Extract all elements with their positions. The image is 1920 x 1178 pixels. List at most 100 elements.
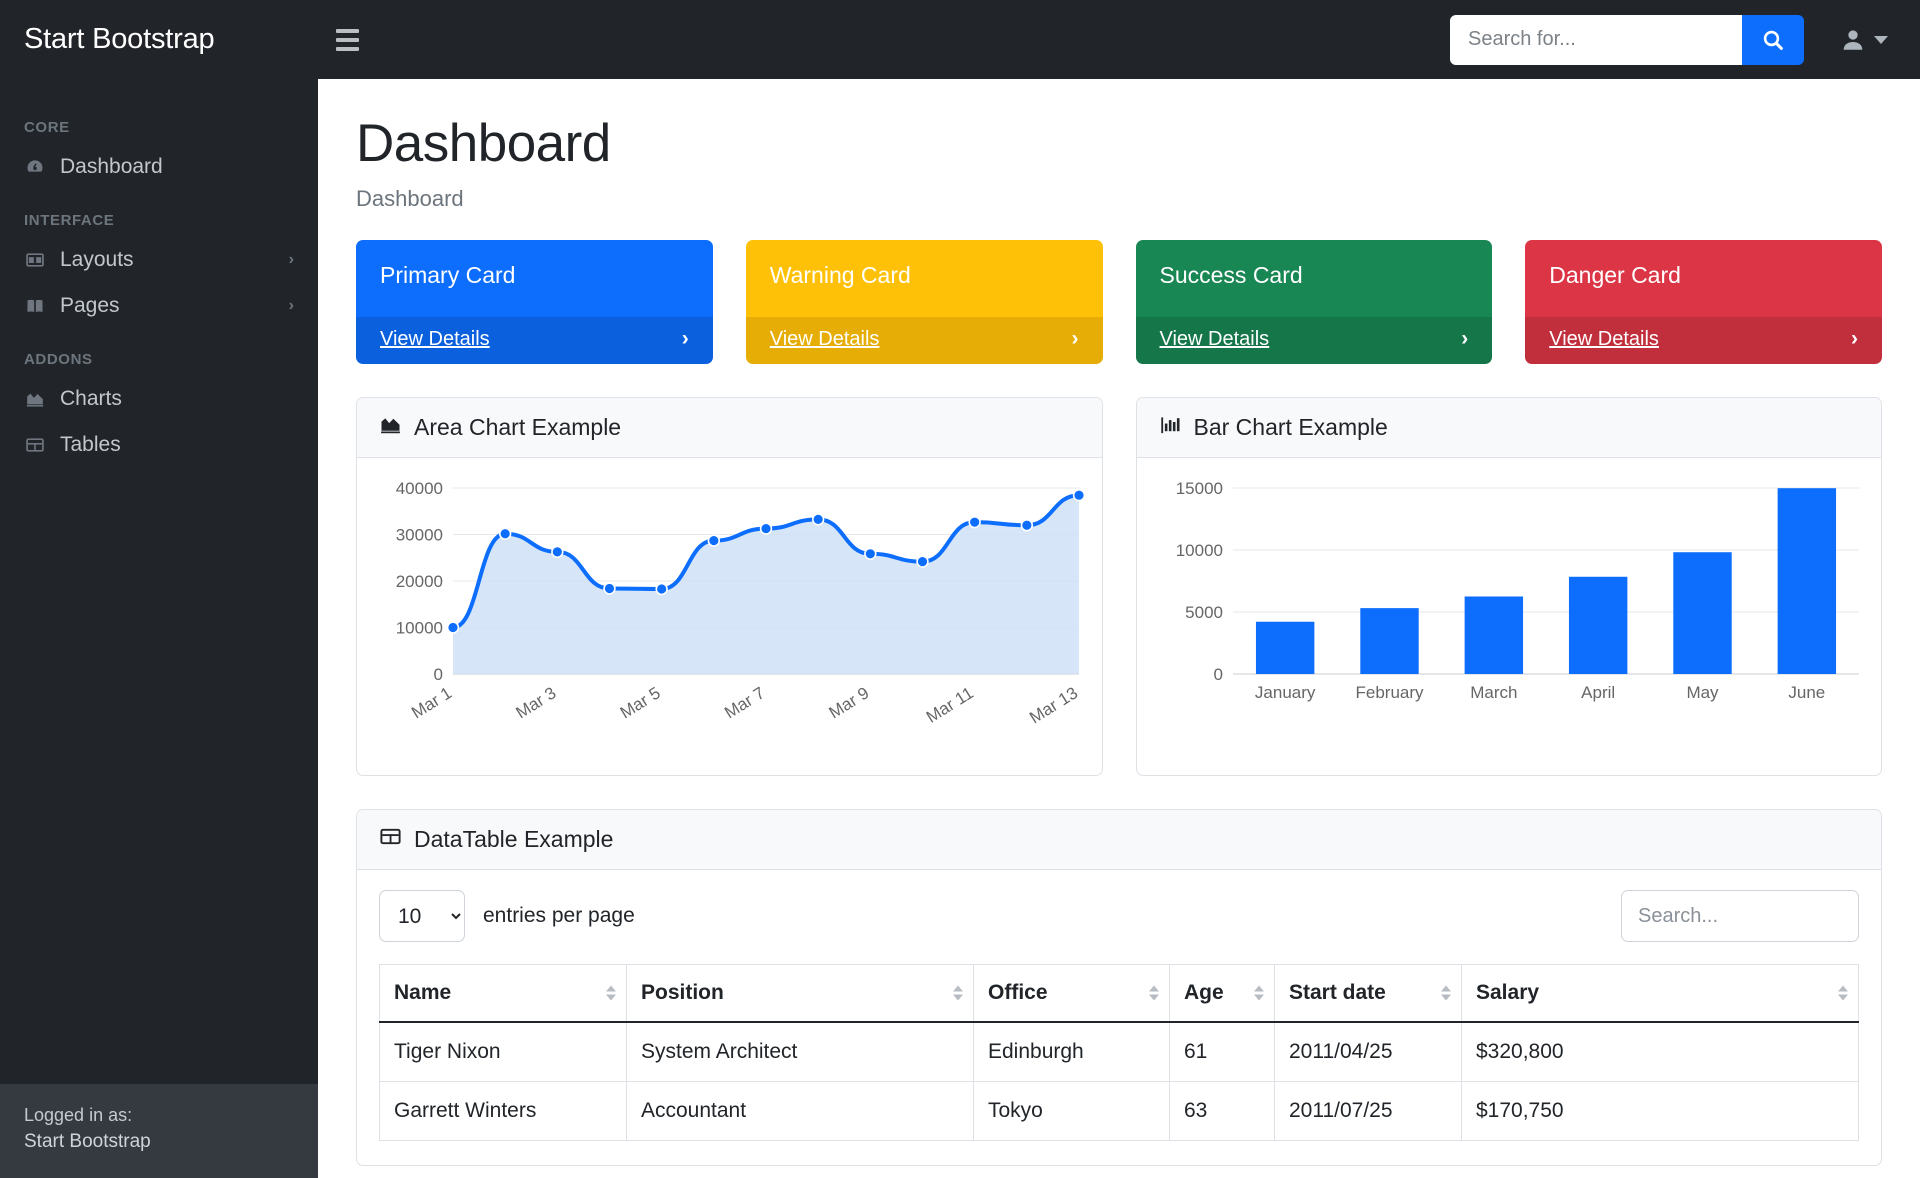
sort-icon <box>1838 985 1848 1001</box>
sort-icon <box>1254 985 1264 1001</box>
svg-text:30000: 30000 <box>396 526 443 545</box>
card-view-details-link[interactable]: View Details › <box>1135 317 1493 364</box>
svg-text:Mar 9: Mar 9 <box>826 683 873 722</box>
user-icon <box>1843 29 1863 50</box>
cell-age: 61 <box>1169 1022 1275 1082</box>
table-icon <box>24 435 46 455</box>
svg-text:Mar 5: Mar 5 <box>617 683 664 722</box>
chevron-right-icon: › <box>1071 327 1079 350</box>
entries-control: 102550100 entries per page <box>379 890 635 942</box>
chevron-down-icon <box>1874 35 1888 44</box>
table-row: Garrett Winters Accountant Tokyo 63 2011/07/… <box>379 1081 1859 1141</box>
search-icon <box>1763 30 1783 50</box>
sidebar-footer: Logged in as: Start Bootstrap <box>0 1084 318 1178</box>
card-link-label: View Details <box>380 327 490 350</box>
card-view-details-link[interactable]: View Details › <box>1525 317 1882 364</box>
column-label: Salary <box>1476 981 1540 1004</box>
svg-text:Mar 1: Mar 1 <box>408 683 455 722</box>
svg-text:Mar 3: Mar 3 <box>513 683 560 722</box>
breadcrumb: Dashboard <box>356 186 464 211</box>
column-label: Start date <box>1289 981 1386 1004</box>
sidebar-item-tables[interactable]: Tables <box>0 422 318 468</box>
danger-card: Danger Card View Details › <box>1525 240 1882 364</box>
area-chart-panel: Area Chart Example 0 10000 20000 30000 40000… <box>356 397 1103 776</box>
sidebar-item-layouts[interactable]: Layouts › <box>0 237 318 283</box>
primary-card: Primary Card View Details › <box>356 240 713 364</box>
column-label: Name <box>394 981 452 1004</box>
column-header-age[interactable]: Age <box>1169 964 1275 1023</box>
bar-chart-svg: 0 5000 10000 15000 January February March April… <box>1175 479 1859 702</box>
cell-salary: $320,800 <box>1461 1022 1859 1082</box>
sort-icon <box>1149 985 1159 1001</box>
sidebar-toggle-button[interactable] <box>324 17 370 63</box>
svg-text:Mar 7: Mar 7 <box>721 683 768 722</box>
sidebar-item-charts[interactable]: Charts <box>0 376 318 422</box>
main-content: Dashboard Dashboard Primary Card View De… <box>318 79 1920 1178</box>
svg-text:June: June <box>1788 683 1825 702</box>
column-header-office[interactable]: Office <box>973 964 1170 1023</box>
area-chart-body: 0 10000 20000 30000 40000 Mar 1 Mar 3 Mar 5 Mar … <box>357 458 1102 775</box>
card-view-details-link[interactable]: View Details › <box>745 317 1103 364</box>
svg-text:Mar 11: Mar 11 <box>923 683 977 726</box>
card-title: Success Card <box>1159 262 1303 288</box>
top-navbar: Start Bootstrap <box>0 0 1920 79</box>
svg-text:February: February <box>1355 683 1424 702</box>
chevron-right-icon: › <box>1461 327 1469 350</box>
chevron-right-icon: › <box>1851 327 1858 350</box>
svg-text:40000: 40000 <box>396 479 443 498</box>
cell-salary: $170,750 <box>1461 1081 1859 1141</box>
sidebar-item-pages[interactable]: Pages › <box>0 283 318 329</box>
entries-per-page-select[interactable]: 102550100 <box>379 890 465 942</box>
bar-chart-panel: Bar Chart Example 0 5000 10000 15000 January… <box>1135 397 1882 776</box>
table-head: Name Position Office Age Start date Sala… <box>379 964 1859 1023</box>
sidebar-item-label: Pages <box>60 294 120 317</box>
search-input[interactable] <box>1450 14 1742 65</box>
sidebar-heading-interface: INTERFACE <box>24 212 115 229</box>
svg-text:10000: 10000 <box>1175 541 1222 560</box>
column-header-salary[interactable]: Salary <box>1461 964 1859 1023</box>
success-card: Success Card View Details › <box>1135 240 1493 364</box>
sort-icon <box>1441 985 1451 1001</box>
bar-chart-header: Bar Chart Example <box>1136 398 1881 458</box>
datatable-search-input[interactable] <box>1621 890 1859 942</box>
cell-position: System Architect <box>626 1022 974 1082</box>
user-menu-button[interactable] <box>1834 26 1894 54</box>
area-chart-header: Area Chart Example <box>357 398 1102 458</box>
card-view-details-link[interactable]: View Details › <box>356 317 713 364</box>
data-table: Name Position Office Age Start date Sala… <box>379 964 1859 1141</box>
panel-title: Area Chart Example <box>414 414 622 440</box>
sidebar-item-label: Dashboard <box>60 155 163 178</box>
column-header-position[interactable]: Position <box>626 964 974 1023</box>
gauge-icon <box>24 157 46 177</box>
svg-text:5000: 5000 <box>1185 603 1223 622</box>
column-header-name[interactable]: Name <box>379 964 627 1023</box>
chart-area-icon <box>24 389 46 409</box>
logged-in-label: Logged in as: <box>24 1105 133 1126</box>
column-header-start-date[interactable]: Start date <box>1274 964 1462 1023</box>
hamburger-icon-bar <box>335 46 359 51</box>
datatable-header: DataTable Example <box>357 810 1881 870</box>
svg-text:20000: 20000 <box>396 572 443 591</box>
svg-text:10000: 10000 <box>396 619 443 638</box>
svg-text:May: May <box>1686 683 1719 702</box>
cell-office: Edinburgh <box>973 1022 1170 1082</box>
table-body: Tiger Nixon System Architect Edinburgh 61 20… <box>379 1022 1859 1141</box>
sidebar-nav: CORE Dashboard INTERFACE Layouts › Pages… <box>0 79 318 1084</box>
page-title: Dashboard <box>356 114 611 173</box>
svg-text:January: January <box>1254 683 1315 702</box>
brand-logo[interactable]: Start Bootstrap <box>0 23 318 56</box>
hamburger-icon-bar <box>335 37 359 42</box>
logged-in-user: Start Bootstrap <box>24 1131 151 1153</box>
entries-per-page-label: entries per page <box>483 904 635 927</box>
cell-start: 2011/07/25 <box>1274 1081 1462 1141</box>
sidebar-item-dashboard[interactable]: Dashboard <box>0 144 318 190</box>
panel-title: Bar Chart Example <box>1193 414 1388 440</box>
hamburger-icon-bar <box>335 28 359 33</box>
chart-row: Area Chart Example 0 10000 20000 30000 40000… <box>356 397 1882 776</box>
sort-icon <box>953 985 963 1001</box>
svg-text:0: 0 <box>434 665 443 684</box>
sidebar-item-label: Charts <box>60 387 122 410</box>
datatable-panel: DataTable Example 102550100 entries per … <box>356 809 1882 1166</box>
column-label: Position <box>641 981 724 1004</box>
search-button[interactable] <box>1742 14 1804 65</box>
